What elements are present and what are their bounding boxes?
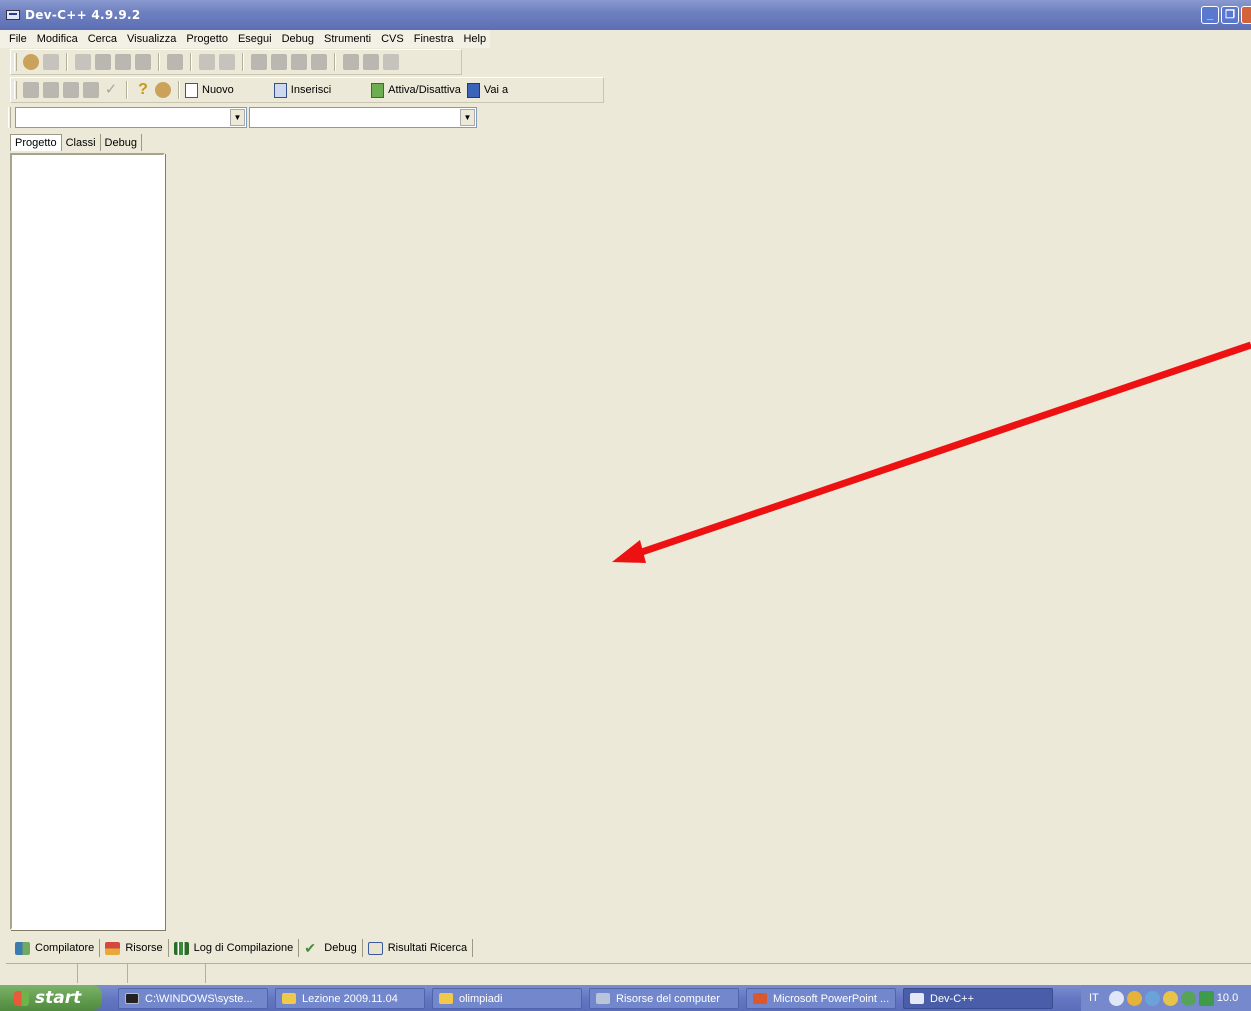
annotation-arrow [612, 341, 1251, 563]
